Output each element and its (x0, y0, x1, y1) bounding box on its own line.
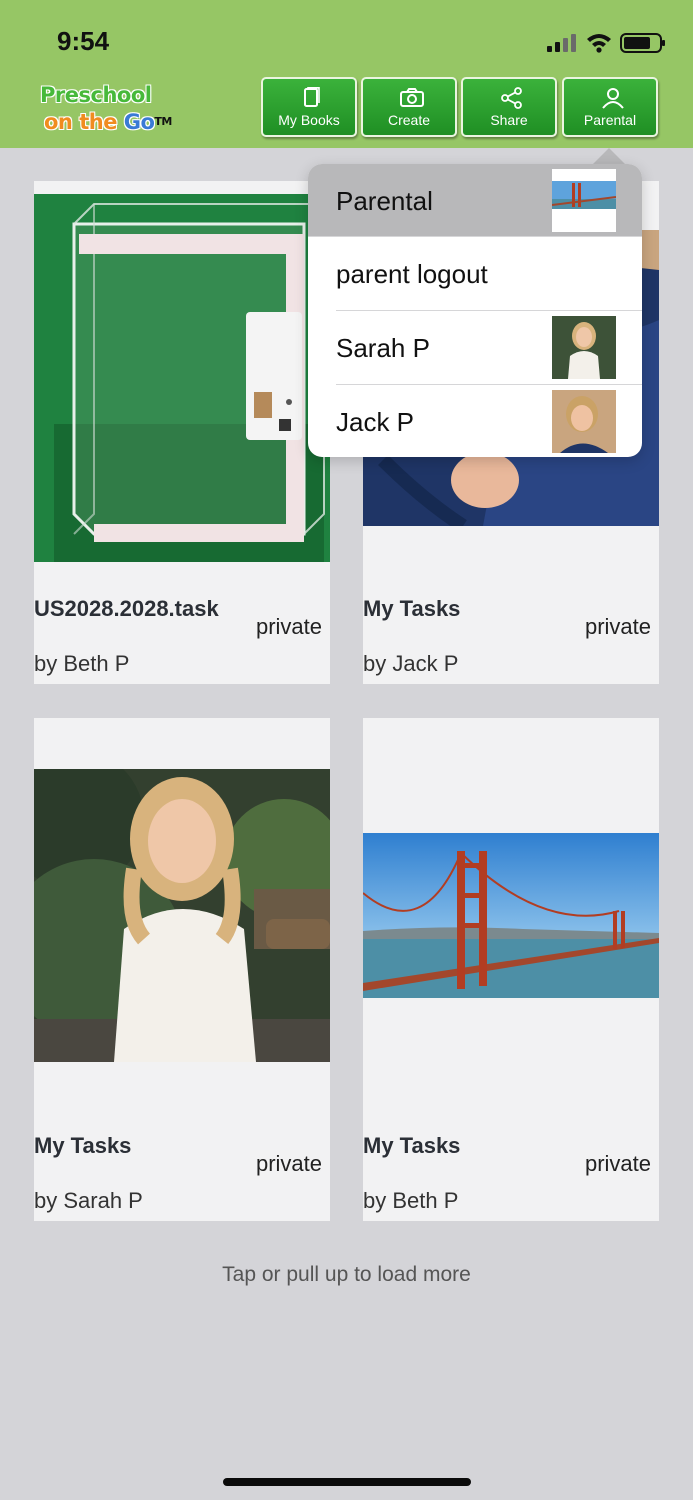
my-books-label: My Books (278, 112, 340, 128)
share-label: Share (490, 112, 528, 128)
menu-item-label: Sarah P (336, 333, 430, 363)
logo-on: on (44, 110, 73, 134)
logo-tm: TM (154, 115, 172, 128)
card-privacy: private (255, 1151, 322, 1176)
menu-item-sarah[interactable]: Sarah P (308, 311, 642, 384)
home-indicator (223, 1478, 471, 1486)
card-title: My Tasks (34, 1133, 132, 1158)
card-author: by Beth P (34, 651, 130, 676)
logo-the: the (79, 110, 117, 134)
status-time: 9:54 (57, 26, 110, 56)
create-label: Create (387, 112, 431, 128)
book-icon (304, 87, 320, 107)
app-logo: Preschool on the GoTM (40, 82, 190, 140)
menu-item-jack[interactable]: Jack P (308, 385, 642, 457)
menu-item-label: Parental (336, 186, 433, 216)
card-image-bridge (363, 833, 659, 998)
task-card[interactable]: My Tasks private by Beth P (363, 718, 659, 1221)
logo-go: Go (123, 110, 155, 134)
avatar-sarah (552, 316, 616, 379)
card-title: My Tasks (363, 1133, 461, 1158)
status-icons (545, 30, 665, 56)
card-title: My Tasks (363, 596, 461, 621)
cellular-signal-icon (547, 34, 576, 52)
card-title: US2028.2028.task (34, 596, 219, 621)
avatar-bridge (552, 169, 616, 232)
wifi-icon (587, 34, 611, 53)
camera-icon (400, 88, 424, 107)
menu-item-label: parent logout (336, 259, 488, 289)
logo-line1: Preschool (40, 83, 152, 107)
person-icon (602, 88, 624, 109)
card-image-acrylic-box (34, 194, 330, 562)
logo-line2: on the GoTM (44, 108, 190, 136)
app-header: 9:54 Preschool on the GoTM My Books Crea… (0, 0, 693, 148)
parental-button[interactable]: Parental (562, 77, 658, 137)
parental-dropdown-menu: Parental parent logout Sarah P Jack P (308, 164, 642, 457)
load-more-prompt[interactable]: Tap or pull up to load more (0, 1263, 693, 1287)
share-icon (501, 87, 522, 109)
menu-divider (308, 236, 642, 237)
create-button[interactable]: Create (361, 77, 457, 137)
card-privacy: private (584, 1151, 651, 1176)
parental-label: Parental (583, 112, 637, 128)
task-card[interactable]: My Tasks private by Sarah P (34, 718, 330, 1221)
avatar-jack (552, 390, 616, 453)
card-image-sarah (34, 769, 330, 1062)
menu-item-label: Jack P (336, 407, 415, 437)
menu-item-parent-logout[interactable]: parent logout (308, 237, 642, 310)
card-author: by Beth P (363, 1188, 459, 1213)
card-privacy: private (255, 614, 322, 639)
share-button[interactable]: Share (461, 77, 557, 137)
card-author: by Jack P (363, 651, 459, 676)
dropdown-arrow (593, 148, 625, 164)
menu-item-parental[interactable]: Parental (308, 164, 642, 237)
card-privacy: private (584, 614, 651, 639)
card-author: by Sarah P (34, 1188, 143, 1213)
task-card[interactable]: US2028.2028.task private by Beth P (34, 181, 330, 684)
battery-icon (620, 33, 665, 53)
my-books-button[interactable]: My Books (261, 77, 357, 137)
